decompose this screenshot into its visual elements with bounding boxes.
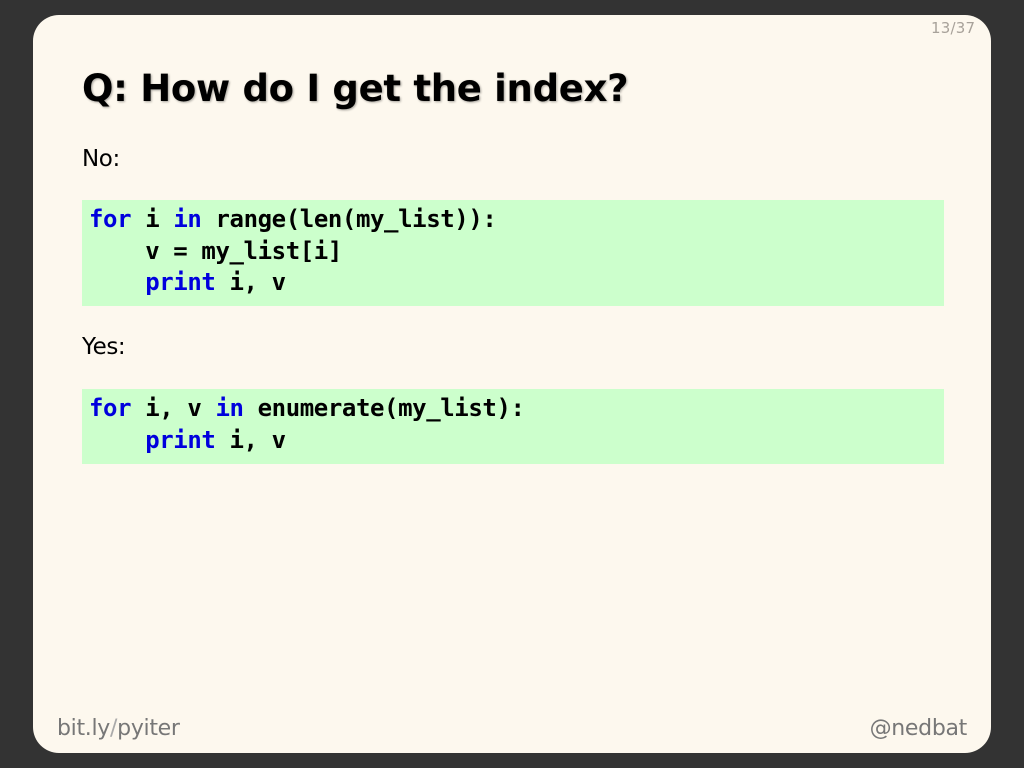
code-keyword: in — [215, 394, 244, 422]
code-text: range(len(my_list)): — [201, 205, 497, 233]
code-text: i — [131, 205, 174, 233]
code-line: print i, v — [89, 425, 944, 457]
footer-link[interactable]: bit.ly/pyiter — [57, 716, 180, 741]
yes-label: Yes: — [82, 334, 126, 360]
code-text: v = my_list[i] — [89, 236, 342, 265]
slide-title: Q: How do I get the index? — [82, 67, 629, 110]
code-text: i, v — [215, 268, 287, 296]
footer-link-host: bit.ly — [57, 716, 111, 741]
code-keyword: print — [145, 425, 216, 454]
no-label: No: — [82, 146, 120, 172]
code-keyword: for — [89, 205, 132, 233]
code-keyword: print — [145, 268, 216, 296]
code-text: i, v — [131, 394, 216, 422]
code-block-yes: for i, v in enumerate(my_list): print i,… — [82, 389, 944, 464]
code-keyword: in — [173, 205, 202, 233]
code-text: enumerate(my_list): — [243, 394, 525, 422]
code-line: v = my_list[i] — [89, 236, 944, 268]
page-number: 13/37 — [931, 19, 976, 37]
code-line: for i in range(len(my_list)): — [89, 204, 944, 236]
code-line: for i, v in enumerate(my_list): — [89, 393, 944, 425]
footer-author: @nedbat — [869, 716, 968, 741]
slide: 13/37 Q: How do I get the index? No: for… — [33, 15, 991, 753]
code-text: i, v — [215, 425, 287, 454]
code-block-no: for i in range(len(my_list)): v = my_lis… — [82, 200, 944, 306]
code-keyword: for — [89, 394, 132, 422]
footer-link-path: pyiter — [117, 716, 180, 741]
code-line: print i, v — [89, 267, 944, 299]
